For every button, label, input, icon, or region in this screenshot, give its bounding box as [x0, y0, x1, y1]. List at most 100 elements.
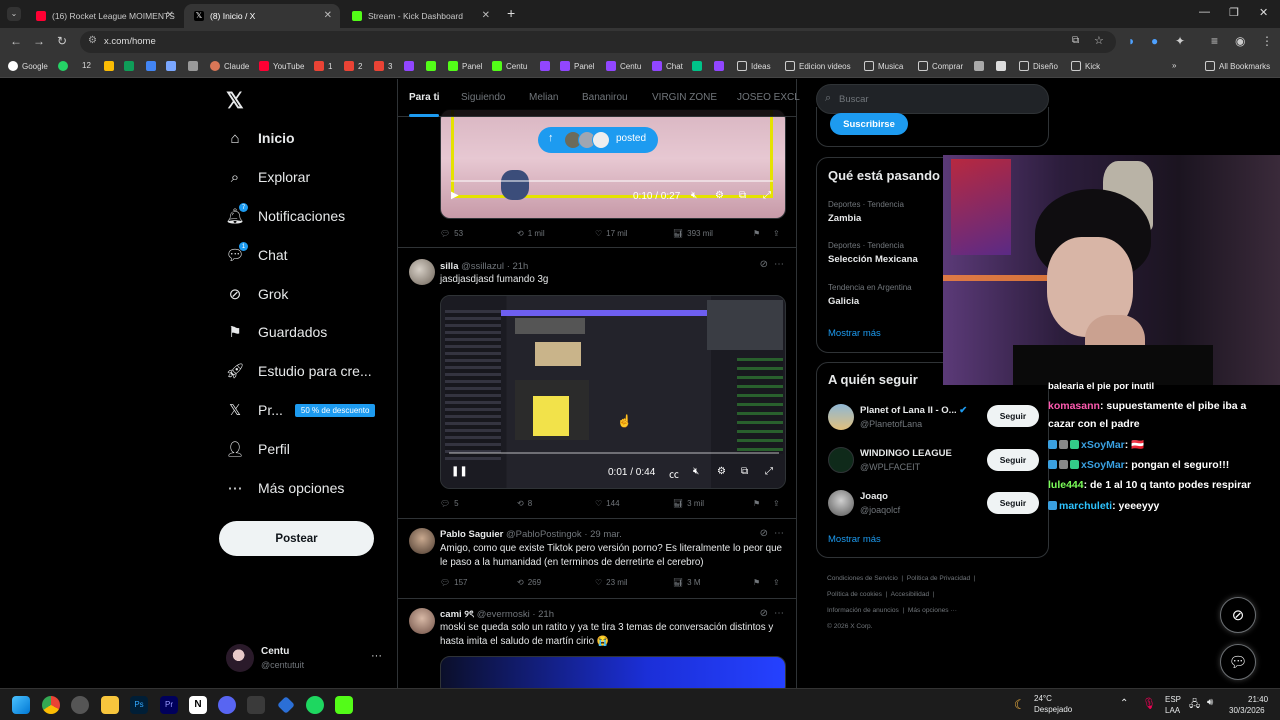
back-icon[interactable]: ←	[10, 34, 22, 48]
repost-button[interactable]: ⟲ 1 mil	[517, 229, 545, 238]
maximize-icon[interactable]: ❐	[1229, 6, 1239, 19]
browser-tab-active[interactable]: 𝕏 (8) Inicio / X ✕	[184, 4, 340, 28]
app-icon[interactable]	[277, 696, 295, 714]
bookmark[interactable]: 3	[374, 61, 392, 71]
account-switcher[interactable]: Centu @centutuit ···	[226, 642, 386, 674]
subscribe-button[interactable]: Suscribirse	[830, 113, 908, 135]
bookmark[interactable]: 12	[82, 61, 91, 70]
kick-icon[interactable]	[335, 696, 353, 714]
captions-icon[interactable]: ㏄	[669, 466, 679, 481]
bookmark[interactable]: Musica	[864, 61, 903, 71]
bookmark[interactable]	[540, 61, 554, 71]
chevron-up-icon[interactable]: ⌃	[1120, 698, 1128, 709]
photoshop-icon[interactable]: Ps	[130, 696, 148, 714]
app-icon[interactable]	[247, 696, 265, 714]
follow-button[interactable]: Seguir	[987, 405, 1039, 427]
bookmark-button[interactable]: ⚑	[753, 578, 760, 587]
nav-bookmarks[interactable]: ⚑ Guardados	[226, 323, 327, 341]
tweet[interactable]: Pablo Saguier @PabloPostingok · 29 mar. …	[398, 520, 796, 599]
messages-fab[interactable]: 💬︎	[1220, 644, 1256, 680]
like-button[interactable]: ♡ 23 mil	[595, 578, 628, 587]
more-icon[interactable]: ⋯	[774, 608, 784, 619]
file-explorer-icon[interactable]	[101, 696, 119, 714]
notion-icon[interactable]: N	[189, 696, 207, 714]
avatar[interactable]	[409, 608, 435, 634]
nav-premium[interactable]: 𝕏 Pr... 50 % de descuento	[226, 401, 376, 419]
bookmark[interactable]: Panel	[560, 61, 594, 71]
site-info-icon[interactable]: ⚙	[88, 35, 97, 46]
clock-date[interactable]: 30/3/2026	[1229, 706, 1265, 715]
volume-icon[interactable]: 🔊︎	[1207, 697, 1213, 708]
nav-chat[interactable]: 💬︎ 1 Chat	[225, 242, 288, 264]
follow-name[interactable]: Joaqo	[860, 491, 888, 502]
tweet-video[interactable]: ▶ 0:10 / 0:27 🔇︎ ⚙ ⧉ ⤢	[440, 109, 786, 219]
views-button[interactable]: 📊︎ 393 mil	[673, 229, 713, 238]
post-button[interactable]: Postear	[219, 521, 374, 556]
bookmark[interactable]: Panel	[448, 61, 482, 71]
follow-button[interactable]: Seguir	[987, 449, 1039, 471]
bookmark[interactable]	[692, 61, 706, 71]
tab-for-you[interactable]: Para ti	[409, 92, 440, 103]
volume-icon[interactable]: 🔇︎	[693, 466, 699, 477]
trend-name[interactable]: Galicia	[828, 296, 859, 307]
grok-fab[interactable]: ⊘	[1220, 597, 1256, 633]
microphone-icon[interactable]: 🎙︎	[1142, 697, 1156, 710]
repost-button[interactable]: ⟲ 8	[517, 499, 532, 508]
share-button[interactable]: ⇪	[773, 578, 780, 587]
pip-icon[interactable]: ⧉	[739, 190, 746, 201]
bookmark[interactable]	[188, 61, 202, 71]
tweet-author[interactable]: silla @ssillazul · 21h	[440, 261, 528, 272]
bookmark-button[interactable]: ⚑	[753, 229, 760, 238]
bookmark[interactable]: Comprar	[918, 61, 963, 71]
settings-icon[interactable]: ⚙	[715, 190, 724, 201]
weather-temp[interactable]: 24°C	[1034, 694, 1052, 703]
grok-icon[interactable]: ⊘	[760, 528, 768, 539]
bookmark[interactable]: 2	[344, 61, 362, 71]
avatar[interactable]	[828, 490, 854, 516]
views-button[interactable]: 📊︎ 3 M	[673, 578, 701, 587]
footer-link[interactable]: Accesibilidad	[891, 591, 929, 598]
close-tab-icon[interactable]: ✕	[482, 10, 490, 21]
nav-profile[interactable]: 👤︎ Perfil	[225, 440, 289, 458]
bookmark[interactable]: Kick	[1071, 61, 1100, 71]
tweet[interactable]: silla @ssillazul · 21h ⊘ ⋯ jasdjasdjasd …	[398, 249, 796, 519]
forward-icon[interactable]: →	[33, 34, 45, 48]
follow-name[interactable]: WINDINGO LEAGUE	[860, 448, 952, 459]
avatar[interactable]	[409, 528, 435, 554]
bookmark[interactable]: Diseño	[1019, 61, 1058, 71]
extension-icon[interactable]: ◗	[1128, 34, 1135, 48]
tweet[interactable]: cami ୨ৎ @evermoski · 21h ⊘ ⋯ moski se qu…	[398, 600, 796, 688]
profile-avatar-icon[interactable]: ◉	[1235, 34, 1245, 48]
tab-following[interactable]: Siguiendo	[461, 92, 505, 103]
tab-list-icon[interactable]: ≡	[1211, 34, 1218, 48]
bookmark[interactable]	[974, 61, 988, 71]
fullscreen-icon[interactable]: ⤢	[763, 190, 771, 201]
tab-list[interactable]: JOSEO EXCL	[737, 92, 800, 103]
pip-icon[interactable]: ⧉	[741, 466, 748, 477]
menu-icon[interactable]: ⋮	[1261, 34, 1273, 48]
more-icon[interactable]: ⋯	[774, 259, 784, 270]
bookmark[interactable]	[996, 61, 1010, 71]
address-bar[interactable]: ⚙ x.com/home ⧉ ☆	[80, 31, 1116, 53]
minimize-icon[interactable]: —	[1199, 6, 1210, 18]
app-icon[interactable]	[71, 696, 89, 714]
browser-tab[interactable]: Stream - Kick Dashboard ✕	[342, 4, 498, 28]
bookmark[interactable]: Claude	[210, 61, 249, 71]
footer-link[interactable]: Condiciones de Servicio	[827, 575, 898, 582]
network-icon[interactable]: 🖧	[1189, 697, 1200, 714]
grok-icon[interactable]: ⊘	[760, 608, 768, 619]
reply-button[interactable]: 💬︎ 157	[440, 578, 468, 587]
footer-link[interactable]: Más opciones ···	[908, 607, 957, 614]
like-button[interactable]: ♡ 144	[595, 499, 620, 508]
fullscreen-icon[interactable]: ⤢	[765, 466, 773, 477]
tweet-author[interactable]: Pablo Saguier @PabloPostingok · 29 mar.	[440, 529, 622, 540]
pause-icon[interactable]: ❚❚	[451, 466, 468, 477]
windows-start-icon[interactable]	[12, 696, 30, 714]
reply-button[interactable]: 💬︎ 53	[440, 229, 463, 238]
footer-link[interactable]: Información de anuncios	[827, 607, 899, 614]
video-progress-bar[interactable]	[449, 452, 779, 454]
bookmark[interactable]	[404, 61, 418, 71]
chrome-icon[interactable]	[42, 696, 60, 714]
bookmark[interactable]: Ideas	[737, 61, 771, 71]
install-app-icon[interactable]: ⧉	[1072, 35, 1079, 46]
